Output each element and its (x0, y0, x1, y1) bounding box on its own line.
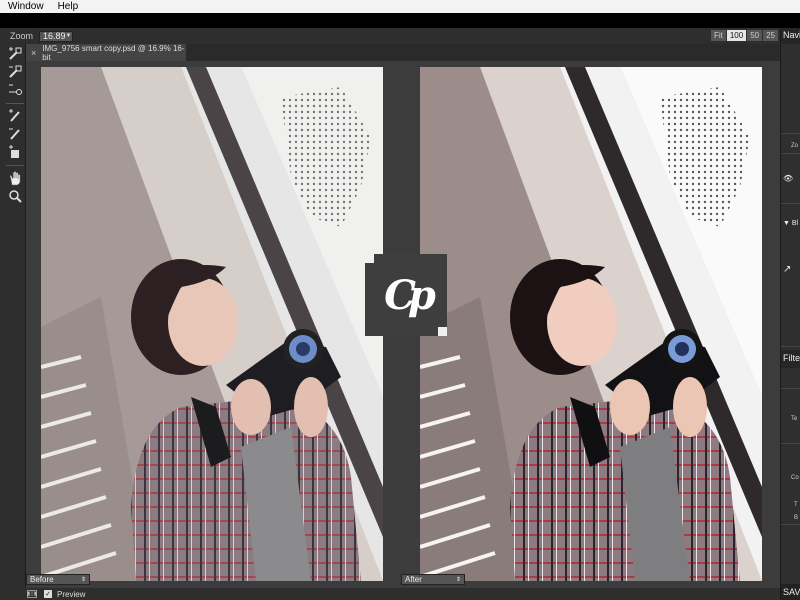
zoom-25-button[interactable]: 25 (763, 30, 778, 41)
zoom-label: Zoom (10, 31, 34, 41)
navigator-heading[interactable]: Navi (783, 30, 800, 40)
logo-text: Cp (384, 271, 436, 319)
zoom-input[interactable]: 16.89 ▼ (39, 30, 74, 42)
image-canvas[interactable]: Cp Before ⇕ After ⇕ (26, 61, 780, 590)
before-view-label: Before (30, 575, 54, 584)
after-image (420, 67, 762, 581)
menu-window[interactable]: Window (0, 1, 50, 12)
section-b-heading[interactable]: ▼ Bl (783, 220, 798, 227)
zoom-100-button[interactable]: 100 (726, 30, 747, 41)
section-b-label: Bl (791, 220, 799, 227)
after-view-select[interactable]: After ⇕ (401, 574, 465, 585)
chevron-updown-icon: ⇕ (80, 577, 86, 583)
before-view-select[interactable]: Before ⇕ (26, 574, 90, 585)
chevron-updown-icon: ⇕ (455, 577, 461, 583)
brush-small-subtract-icon[interactable] (7, 126, 23, 142)
hand-icon[interactable] (7, 170, 23, 186)
filter-label-b: B (794, 515, 799, 521)
preview-checkbox[interactable]: ✓ (44, 590, 52, 598)
menu-bar: Window Help (0, 0, 800, 13)
zoom-tool-icon[interactable] (7, 188, 23, 204)
document-tab[interactable]: × IMG_9756 smart copy.psd @ 16.9% 16-bit (26, 43, 186, 62)
filter-heading[interactable]: Filte (783, 353, 800, 363)
app-logo: Cp (365, 254, 447, 336)
zoom-bar: Zoom 16.89 ▼ Fit 100 50 25 (0, 28, 780, 44)
brush-subtract-icon[interactable] (7, 64, 23, 80)
filter-label-te: Te (791, 416, 798, 422)
eye-icon[interactable]: 👁 (783, 174, 793, 183)
zoom-dropdown-icon[interactable]: ▼ (66, 33, 74, 39)
after-view-label: After (405, 575, 422, 584)
document-title: IMG_9756 smart copy.psd @ 16.9% 16-bit (42, 43, 185, 62)
before-image (41, 67, 383, 581)
filter-label-t: T (794, 502, 798, 508)
brush-add-icon[interactable] (7, 46, 23, 62)
gradient-tool-icon[interactable] (7, 82, 23, 98)
document-tab-bar: × IMG_9756 smart copy.psd @ 16.9% 16-bit (26, 43, 780, 62)
zoom-50-button[interactable]: 50 (747, 30, 763, 41)
brush-fill-icon[interactable] (7, 144, 23, 160)
menu-help[interactable]: Help (50, 1, 85, 12)
status-bar: ◧◨ ✓ Preview (0, 588, 780, 600)
zoom-value: 16.89 (43, 31, 66, 41)
preview-label: Preview (57, 589, 86, 599)
brush-preview-icon: ↗ (783, 264, 792, 275)
tool-palette (0, 44, 26, 590)
compare-view-icon[interactable]: ◧◨ (27, 590, 37, 598)
right-panel: Navi Zo 👁 ▼ Bl ↗ Filte Te Co T B SAV (780, 28, 800, 600)
close-tab-icon[interactable]: × (26, 48, 42, 58)
save-button[interactable]: SAV (783, 587, 800, 597)
filter-label-co: Co (791, 475, 799, 481)
zoom-fit-button[interactable]: Fit (710, 30, 726, 41)
navigator-zoom-label: Zo (791, 143, 799, 149)
zoom-presets: Fit 100 50 25 (710, 30, 778, 41)
brush-small-add-icon[interactable] (7, 108, 23, 124)
title-strip (0, 13, 800, 28)
